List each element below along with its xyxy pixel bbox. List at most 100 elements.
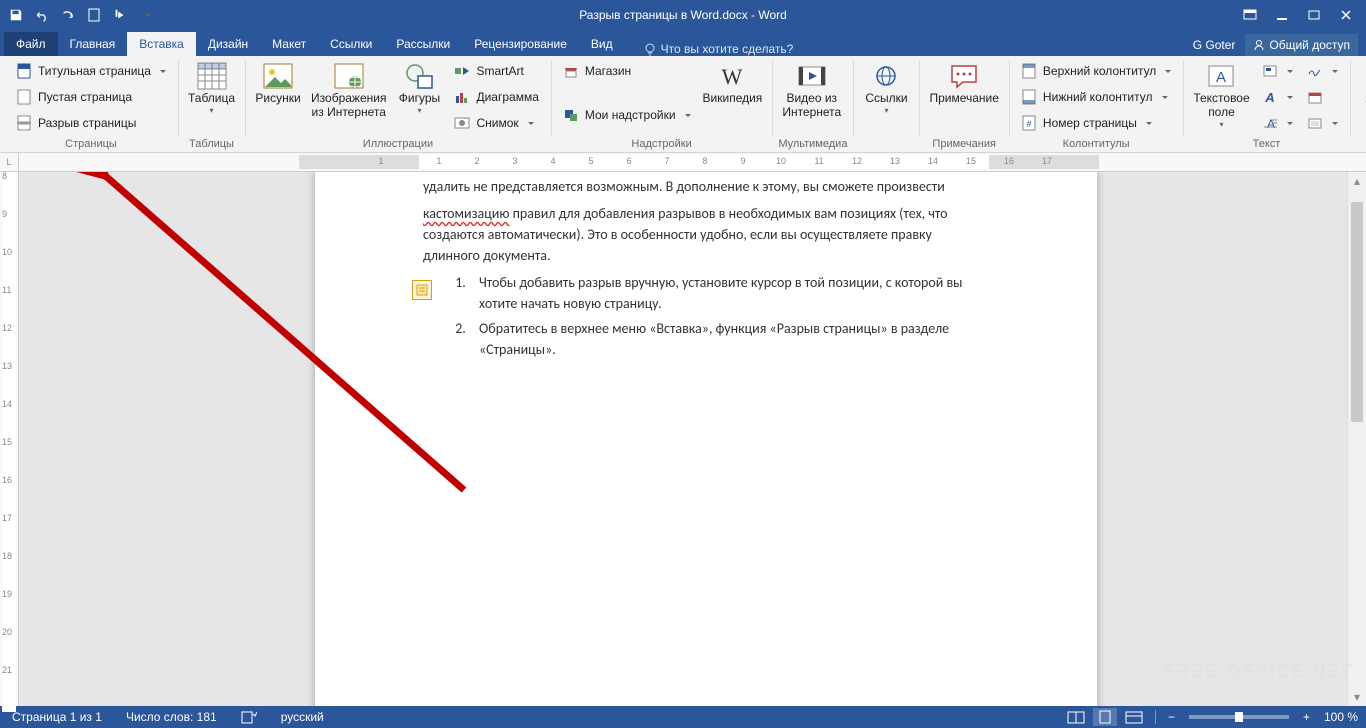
share-icon: [1253, 39, 1265, 51]
page-break-label: Разрыв страницы: [38, 116, 136, 130]
wikipedia-button[interactable]: W Википедия: [699, 58, 767, 106]
chart-label: Диаграмма: [476, 90, 538, 104]
online-pictures-icon: [333, 60, 365, 92]
group-illustrations-label: Иллюстрации: [251, 138, 545, 152]
tab-insert[interactable]: Вставка: [127, 32, 196, 56]
tab-design[interactable]: Дизайн: [196, 32, 260, 56]
undo-icon[interactable]: [30, 3, 54, 27]
scroll-up-icon[interactable]: ▴: [1348, 172, 1366, 190]
comment-icon: [948, 60, 980, 92]
signature-button[interactable]: [1301, 58, 1344, 84]
tab-mailings[interactable]: Рассылки: [384, 32, 462, 56]
online-pictures-button[interactable]: Изображения из Интернета: [307, 58, 390, 120]
links-icon: [870, 60, 902, 92]
textbox-label: Текстовое поле: [1193, 92, 1249, 120]
horizontal-ruler[interactable]: 11234567891011121314151617: [19, 153, 1366, 172]
zoom-out-icon[interactable]: −: [1164, 708, 1179, 726]
header-button[interactable]: Верхний колонтитул: [1015, 58, 1177, 84]
links-button[interactable]: Ссылки ▾: [859, 58, 913, 115]
page-number-button[interactable]: # Номер страницы: [1015, 110, 1177, 136]
view-read-mode-icon[interactable]: [1063, 708, 1089, 726]
object-button[interactable]: [1301, 110, 1344, 136]
maximize-icon[interactable]: [1298, 3, 1330, 27]
vertical-ruler[interactable]: 89101112131415161718192021: [0, 172, 19, 706]
comment-label: Примечание: [929, 92, 998, 106]
page-break-icon: [16, 115, 32, 131]
group-links-label: [859, 150, 913, 152]
tab-references[interactable]: Ссылки: [318, 32, 384, 56]
zoom-slider[interactable]: [1189, 715, 1289, 719]
save-icon[interactable]: [4, 3, 28, 27]
shapes-label: Фигуры: [399, 92, 440, 106]
wordart-icon: A: [1262, 89, 1278, 105]
ribbon-options-icon[interactable]: [1234, 3, 1266, 27]
zoom-in-icon[interactable]: +: [1299, 708, 1314, 726]
document-page[interactable]: удалить не представляется возможным. В д…: [315, 172, 1097, 706]
tab-view[interactable]: Вид: [579, 32, 625, 56]
dropcap-button[interactable]: A: [1256, 110, 1299, 136]
scroll-thumb[interactable]: [1351, 202, 1363, 422]
qat-customize-icon[interactable]: [134, 3, 158, 27]
tab-file[interactable]: Файл: [4, 32, 58, 56]
status-language[interactable]: русский: [277, 708, 328, 726]
comment-button[interactable]: Примечание: [925, 58, 1002, 106]
chart-button[interactable]: Диаграмма: [448, 84, 544, 110]
wordart-button[interactable]: A: [1256, 84, 1299, 110]
doc-list-item: Обратитесь в верхнее меню «Вставка», фун…: [469, 318, 989, 360]
scroll-down-icon[interactable]: ▾: [1348, 688, 1366, 706]
share-label: Общий доступ: [1269, 38, 1350, 52]
smartart-button[interactable]: SmartArt: [448, 58, 544, 84]
tell-me-search[interactable]: Что вы хотите сделать?: [643, 42, 794, 56]
user-name[interactable]: G Goter: [1187, 34, 1242, 56]
blank-page-button[interactable]: Пустая страница: [10, 84, 172, 110]
status-page[interactable]: Страница 1 из 1: [8, 708, 106, 726]
close-icon[interactable]: [1330, 3, 1362, 27]
my-addins-button[interactable]: Мои надстройки: [557, 102, 697, 128]
datetime-button[interactable]: [1301, 84, 1344, 110]
store-label: Магазин: [585, 64, 631, 78]
links-label: Ссылки: [865, 92, 907, 106]
cover-page-button[interactable]: Титульная страница: [10, 58, 172, 84]
symbol-button[interactable]: Ω Символ: [1356, 84, 1366, 110]
pictures-button[interactable]: Рисунки: [251, 58, 305, 106]
touch-mode-icon[interactable]: [108, 3, 132, 27]
vertical-scrollbar[interactable]: ▴ ▾: [1347, 172, 1366, 706]
footer-button[interactable]: Нижний колонтитул: [1015, 84, 1177, 110]
screenshot-icon: [454, 115, 470, 131]
tab-home[interactable]: Главная: [58, 32, 128, 56]
wikipedia-label: Википедия: [703, 92, 763, 106]
page-number-label: Номер страницы: [1043, 116, 1137, 130]
redo-icon[interactable]: [56, 3, 80, 27]
textbox-button[interactable]: A Текстовое поле ▾: [1189, 58, 1253, 129]
group-tables-label: Таблицы: [184, 138, 239, 152]
tab-layout[interactable]: Макет: [260, 32, 318, 56]
paste-options-icon[interactable]: [412, 280, 432, 300]
group-media-label: Мультимедиа: [778, 138, 847, 152]
store-button[interactable]: Магазин: [557, 58, 697, 84]
view-print-layout-icon[interactable]: [1093, 708, 1117, 726]
shapes-button[interactable]: Фигуры ▾: [392, 58, 446, 115]
datetime-icon: [1307, 89, 1323, 105]
zoom-level[interactable]: 100 %: [1318, 710, 1358, 724]
view-web-layout-icon[interactable]: [1121, 708, 1147, 726]
my-addins-label: Мои надстройки: [585, 108, 676, 122]
status-spellcheck-icon[interactable]: [237, 708, 261, 726]
page-break-button[interactable]: Разрыв страницы: [10, 110, 172, 136]
group-text-label: Текст: [1189, 138, 1343, 152]
equation-icon: π: [1362, 63, 1366, 79]
tab-review[interactable]: Рецензирование: [462, 32, 579, 56]
minimize-icon[interactable]: [1266, 3, 1298, 27]
table-button[interactable]: Таблица ▾: [184, 58, 239, 115]
status-word-count[interactable]: Число слов: 181: [122, 708, 221, 726]
online-video-button[interactable]: Видео из Интернета: [778, 58, 845, 120]
equation-button[interactable]: π Уравнение: [1356, 58, 1366, 84]
new-doc-icon[interactable]: [82, 3, 106, 27]
footer-label: Нижний колонтитул: [1043, 90, 1153, 104]
footer-icon: [1021, 89, 1037, 105]
cover-page-label: Титульная страница: [38, 64, 151, 78]
share-button[interactable]: Общий доступ: [1245, 34, 1358, 56]
wikipedia-icon: W: [716, 60, 748, 92]
screenshot-button[interactable]: Снимок: [448, 110, 544, 136]
svg-text:A: A: [1264, 90, 1274, 104]
quick-parts-button[interactable]: [1256, 58, 1299, 84]
